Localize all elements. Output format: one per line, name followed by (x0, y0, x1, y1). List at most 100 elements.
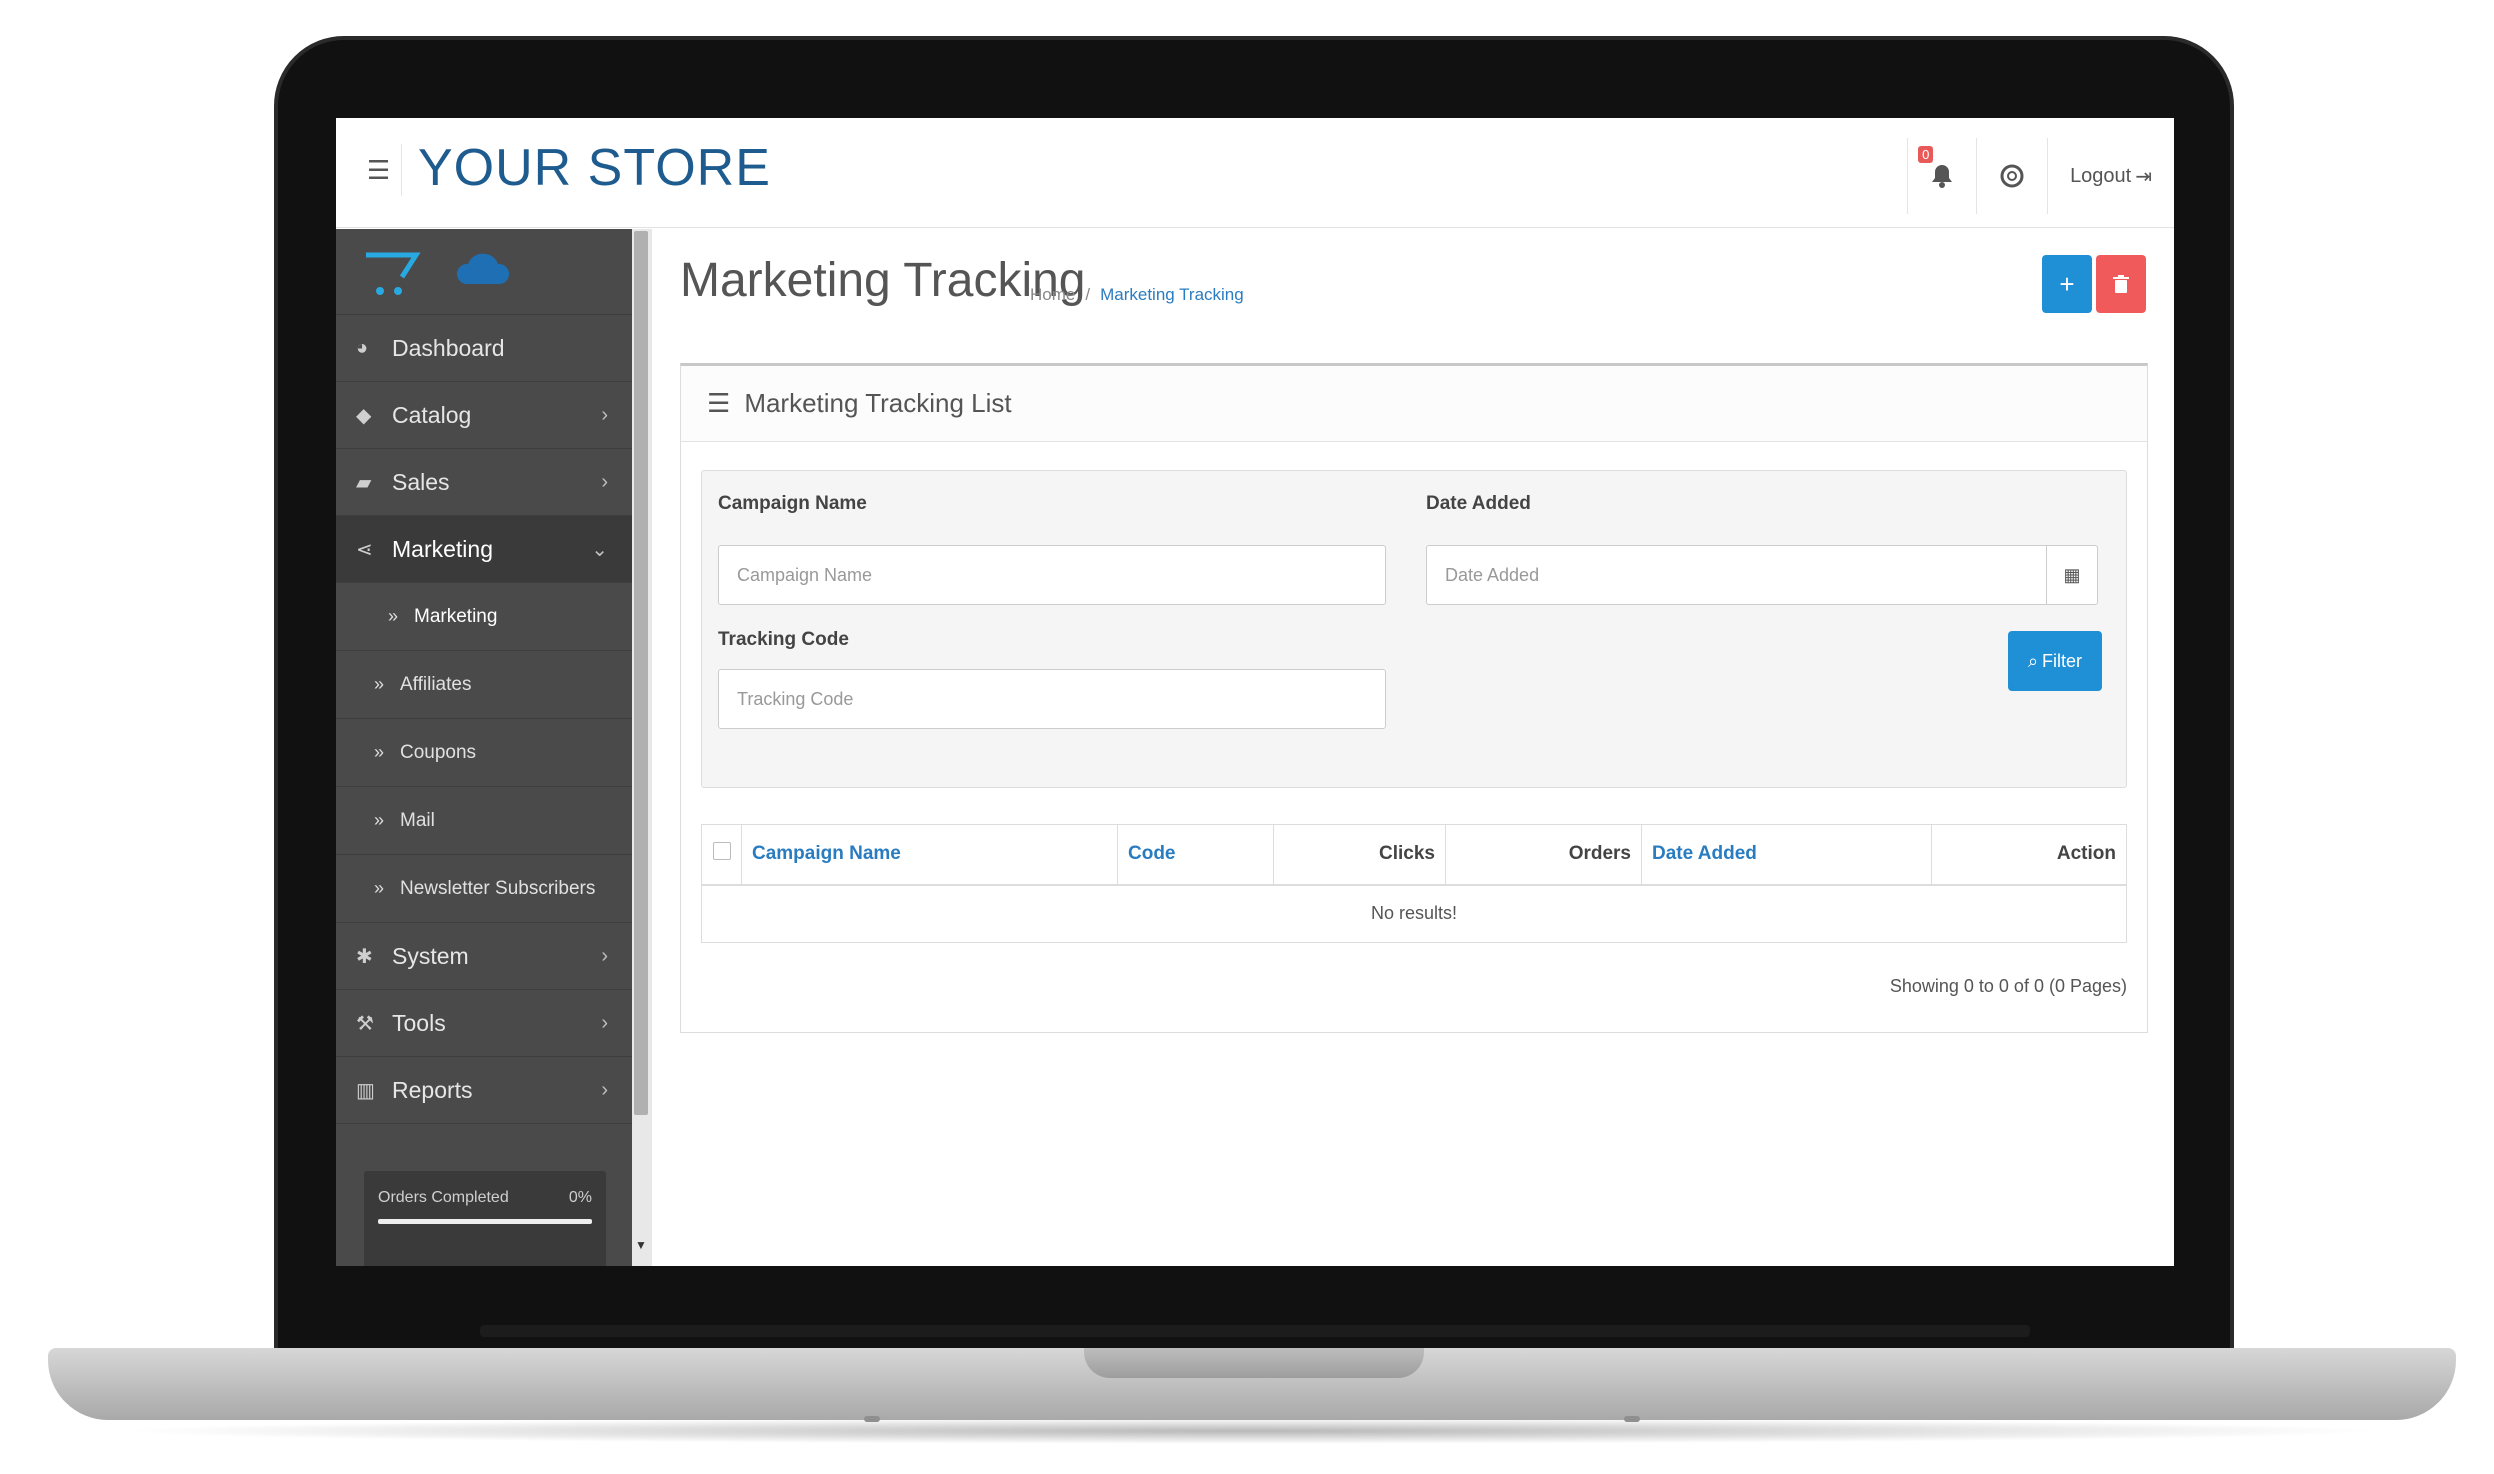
sidebar-subitem-newsletter[interactable]: » Newsletter Subscribers (336, 855, 632, 923)
chevron-right-icon: › (601, 1011, 608, 1034)
trash-icon (2113, 275, 2129, 293)
stat-progress-bar (378, 1219, 592, 1224)
sidebar-subitem-label: Coupons (400, 741, 477, 763)
breadcrumb-separator: / (1085, 285, 1091, 304)
sidebar-subitem-coupons[interactable]: » Coupons (336, 719, 632, 787)
notifications-button[interactable]: 0 (1907, 138, 1976, 214)
cart-icon: ▰ (356, 471, 372, 494)
breadcrumb-current[interactable]: Marketing Tracking (1100, 285, 1244, 305)
gear-icon: ✱ (356, 945, 373, 968)
laptop-stage: ☰ YOUR STORE 0 Logout ⇥ ◕ Dashboard ◆ Ca… (0, 0, 2494, 1474)
tracking-code-label: Tracking Code (718, 629, 849, 650)
store-name[interactable]: YOUR STORE (418, 138, 771, 198)
bell-icon (1932, 165, 1953, 188)
table-header-row: Campaign Name Code Clicks Orders Date Ad… (701, 824, 2127, 886)
chevron-right-icon: › (601, 1078, 608, 1101)
sidebar-item-dashboard[interactable]: ◕ Dashboard (336, 315, 632, 382)
stat-value: 0% (568, 1189, 592, 1206)
filter-button-label: Filter (2042, 650, 2083, 671)
calendar-button[interactable]: ▦ (2046, 545, 2098, 605)
double-chevron-icon: » (388, 606, 399, 626)
col-action: Action (1931, 824, 2127, 886)
col-code[interactable]: Code (1117, 824, 1274, 886)
lifebuoy-icon (2000, 164, 2024, 188)
sidebar-item-label: System (392, 942, 469, 969)
logout-label: Logout (2070, 164, 2132, 187)
col-campaign-name[interactable]: Campaign Name (741, 824, 1118, 886)
double-chevron-icon: » (374, 810, 385, 830)
tracking-code-input[interactable]: Tracking Code (718, 669, 1386, 729)
scroll-down-icon[interactable]: ▼ (634, 1238, 648, 1252)
filter-button[interactable]: ⌕ Filter (2008, 631, 2102, 691)
sidebar-subitem-label: Affiliates (400, 673, 472, 695)
wrench-icon: ⚒ (356, 1012, 374, 1035)
sidebar-item-tools[interactable]: ⚒ Tools › (336, 990, 632, 1057)
chevron-right-icon: › (601, 944, 608, 967)
top-header: ☰ YOUR STORE 0 Logout ⇥ (336, 118, 2174, 228)
campaign-name-label: Campaign Name (718, 493, 867, 514)
select-all-cell (701, 824, 742, 886)
scrollbar-thumb[interactable] (634, 231, 648, 1115)
cloud-logo-icon (456, 253, 510, 284)
chevron-right-icon: › (601, 470, 608, 493)
sidebar-subitem-label: Newsletter Subscribers (400, 877, 596, 899)
sidebar-item-label: Tools (392, 1009, 446, 1036)
sidebar-subitem-mail[interactable]: » Mail (336, 787, 632, 855)
no-results-cell: No results! (701, 884, 2127, 943)
sidebar-item-catalog[interactable]: ◆ Catalog › (336, 382, 632, 449)
sidebar-item-label: Marketing (392, 535, 493, 562)
laptop-shadow (110, 1418, 2390, 1444)
sidebar-item-sales[interactable]: ▰ Sales › (336, 449, 632, 516)
sidebar-item-system[interactable]: ✱ System › (336, 923, 632, 990)
sidebar-subitem-marketing[interactable]: » Marketing (336, 583, 632, 651)
col-date-added[interactable]: Date Added (1641, 824, 1932, 886)
chevron-down-icon: ⌄ (591, 538, 608, 561)
add-button[interactable]: + (2042, 255, 2092, 313)
select-all-checkbox[interactable] (712, 842, 731, 861)
stat-label: Orders Completed (378, 1189, 509, 1206)
laptop-foot (1624, 1416, 1640, 1422)
header-actions: 0 Logout ⇥ (1907, 138, 2174, 214)
date-added-label: Date Added (1426, 493, 1531, 514)
sidebar-item-label: Sales (392, 468, 450, 495)
app-screen: ☰ YOUR STORE 0 Logout ⇥ ◕ Dashboard ◆ Ca… (336, 118, 2174, 1266)
search-icon: ⌕ (2027, 650, 2039, 671)
delete-button[interactable] (2096, 255, 2146, 313)
col-clicks: Clicks (1273, 824, 1446, 886)
table-row: No results! (701, 884, 2127, 943)
laptop-foot (864, 1416, 880, 1422)
sign-out-icon: ⇥ (2135, 165, 2152, 188)
calendar-icon: ▦ (2063, 564, 2081, 585)
sidebar-item-marketing[interactable]: ⋖ Marketing ⌄ (336, 516, 632, 583)
cart-logo-icon (366, 252, 421, 295)
share-icon: ⋖ (356, 538, 373, 561)
double-chevron-icon: » (374, 674, 385, 694)
breadcrumb-home[interactable]: Home (1030, 285, 1075, 305)
date-added-input[interactable]: Date Added (1426, 545, 2048, 605)
sidebar-subitem-affiliates[interactable]: » Affiliates (336, 651, 632, 719)
chevron-right-icon: › (601, 403, 608, 426)
panel-title: Marketing Tracking List (744, 388, 1012, 418)
main-content: Marketing Tracking Home / Marketing Trac… (652, 229, 2174, 1266)
logout-button[interactable]: Logout ⇥ (2047, 138, 2174, 214)
sidebar-item-reports[interactable]: ▥ Reports › (336, 1057, 632, 1124)
tag-icon: ◆ (356, 404, 372, 427)
col-orders: Orders (1445, 824, 1642, 886)
list-icon: ☰ (707, 388, 731, 418)
breadcrumb: Home / Marketing Tracking (1030, 285, 1244, 305)
laptop-hinge (480, 1325, 2030, 1337)
sidebar-item-label: Catalog (392, 401, 472, 428)
bar-chart-icon: ▥ (356, 1079, 375, 1102)
double-chevron-icon: » (374, 878, 385, 898)
menu-toggle-icon[interactable]: ☰ (356, 144, 402, 196)
sidebar-subitem-label: Mail (400, 809, 435, 831)
sidebar-item-label: Dashboard (392, 334, 505, 361)
filter-form: Campaign Name Campaign Name Date Added D… (701, 470, 2127, 788)
help-button[interactable] (1976, 138, 2047, 214)
plus-icon: + (2059, 268, 2075, 299)
dashboard-icon: ◕ (356, 336, 369, 359)
sidebar-logos (336, 229, 632, 315)
campaign-name-input[interactable]: Campaign Name (718, 545, 1386, 605)
notification-badge: 0 (1918, 146, 1934, 163)
sidebar: ◕ Dashboard ◆ Catalog › ▰ Sales › ⋖ Marketing ⌄… (336, 229, 632, 1266)
